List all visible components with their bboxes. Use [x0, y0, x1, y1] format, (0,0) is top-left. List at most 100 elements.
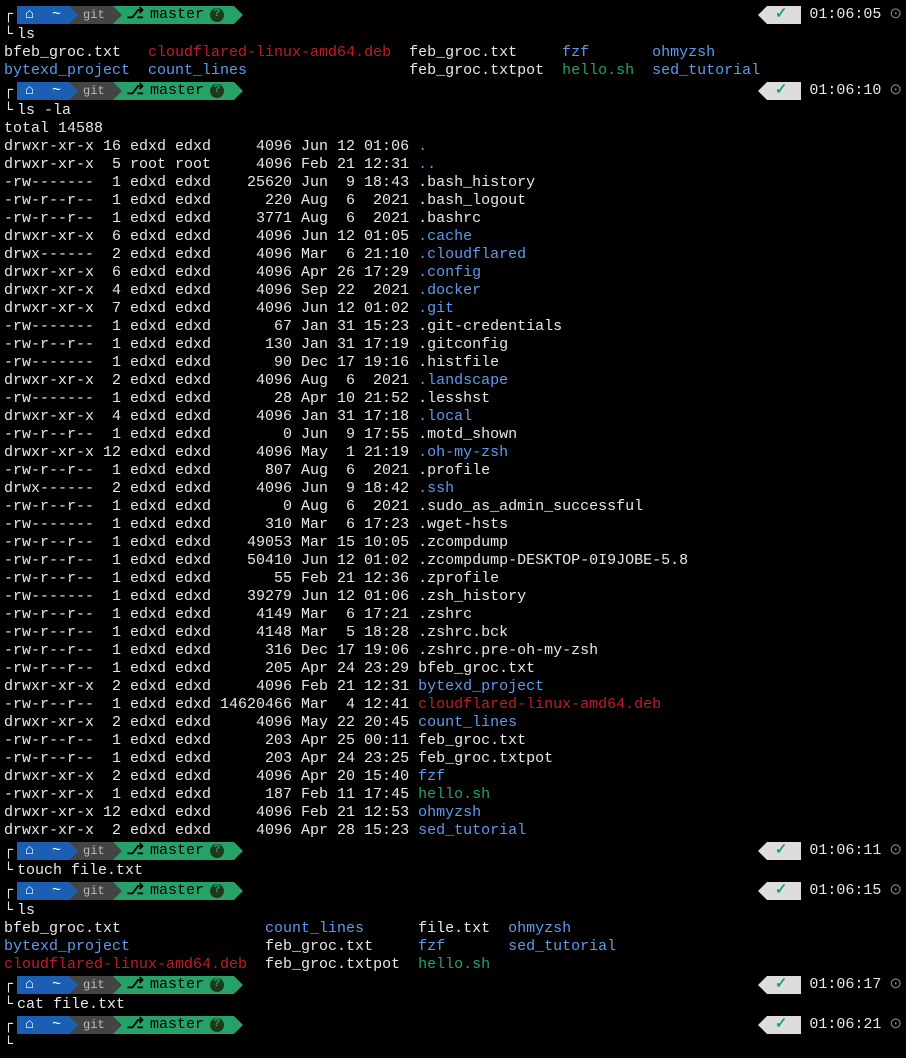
output-line: -rw-r--r-- 1 edxd edxd 4148 Mar 5 18:28 … [4, 624, 902, 642]
ls-entry: .lesshst [418, 390, 490, 407]
output-line: -rw------- 1 edxd edxd 39279 Jun 12 01:0… [4, 588, 902, 606]
output-line: bytexd_project count_lines feb_groc.txtp… [4, 62, 902, 80]
ls-entry: .docker [418, 282, 481, 299]
question-icon: ? [210, 884, 224, 898]
ls-entry: bfeb_groc.txt [418, 660, 535, 677]
ls-entry: .zcompdump [418, 534, 508, 551]
clock-icon: ⊙ [889, 6, 902, 24]
output-line: drwxr-xr-x 2 edxd edxd 4096 Aug 6 2021 .… [4, 372, 902, 390]
command-line[interactable]: └ touch file.txt [4, 862, 902, 880]
ls-entry: hello.sh [562, 62, 652, 79]
output-line: -rw------- 1 edxd edxd 310 Mar 6 17:23 .… [4, 516, 902, 534]
home-icon: ⌂ [25, 82, 34, 100]
branch-icon: ⎇ [127, 882, 144, 900]
output-line: -rw-r--r-- 1 edxd edxd 49053 Mar 15 10:0… [4, 534, 902, 552]
ls-entry: count_lines [148, 62, 409, 79]
ls-entry: hello.sh [418, 786, 490, 803]
ls-entry: .zshrc.bck [418, 624, 508, 641]
clock-icon: ⊙ [889, 1016, 902, 1034]
bracket-icon: ┌ [4, 1016, 13, 1034]
output-line: -rw------- 1 edxd edxd 28 Apr 10 21:52 .… [4, 390, 902, 408]
output-line: -rw-r--r-- 1 edxd edxd 316 Dec 17 19:06 … [4, 642, 902, 660]
ls-entry: .zprofile [418, 570, 499, 587]
ls-entry: bfeb_groc.txt [4, 44, 148, 61]
home-icon: ⌂ [25, 6, 34, 24]
status-pill: ✓ [767, 82, 802, 100]
prompt-branch: ⎇master? [113, 82, 234, 100]
terminal-output[interactable]: ┌ ⌂ ~ git ⎇master? ✓ 01:06:05 ⊙ └ ls bfe… [4, 6, 902, 1054]
home-icon: ⌂ [25, 1016, 34, 1034]
question-icon: ? [210, 844, 224, 858]
output-line: -rw------- 1 edxd edxd 25620 Jun 9 18:43… [4, 174, 902, 192]
output-line: drwxr-xr-x 2 edxd edxd 4096 Feb 21 12:31… [4, 678, 902, 696]
output-line: cloudflared-linux-amd64.deb feb_groc.txt… [4, 956, 902, 974]
ls-entry: .sudo_as_admin_successful [418, 498, 643, 515]
output-line: -rw-r--r-- 1 edxd edxd 14620466 Mar 4 12… [4, 696, 902, 714]
output-line: -rw-r--r-- 1 edxd edxd 220 Aug 6 2021 .b… [4, 192, 902, 210]
bracket-icon: ┌ [4, 82, 13, 100]
prompt-line: ┌ ⌂ ~ git ⎇master? ✓ 01:06:21 ⊙ [4, 1016, 902, 1034]
clock-icon: ⊙ [889, 882, 902, 900]
prompt-time: 01:06:15 [809, 882, 881, 900]
ls-entry: sed_tutorial [652, 62, 778, 79]
ls-entry: count_lines [418, 714, 517, 731]
question-icon: ? [210, 978, 224, 992]
command-line[interactable]: └ ls -la [4, 102, 902, 120]
bracket-icon: └ [4, 996, 13, 1014]
ls-entry: .ssh [418, 480, 454, 497]
command-text: ls -la [17, 102, 71, 120]
ls-entry: ohmyzsh [508, 920, 634, 937]
ls-entry: feb_groc.txtpot [265, 956, 418, 973]
ls-entry: .histfile [418, 354, 499, 371]
output-line: drwxr-xr-x 12 edxd edxd 4096 May 1 21:19… [4, 444, 902, 462]
ls-entry: . [418, 138, 427, 155]
output-line: -rw-r--r-- 1 edxd edxd 0 Aug 6 2021 .sud… [4, 498, 902, 516]
output-line: drwxr-xr-x 5 root root 4096 Feb 21 12:31… [4, 156, 902, 174]
ls-entry: cloudflared-linux-amd64.deb [418, 696, 661, 713]
output-line: -rw-r--r-- 1 edxd edxd 203 Apr 24 23:25 … [4, 750, 902, 768]
command-text: touch file.txt [17, 862, 143, 880]
bracket-icon: ┌ [4, 976, 13, 994]
command-line[interactable]: └ cat file.txt [4, 996, 902, 1014]
command-line[interactable]: └ [4, 1036, 902, 1054]
bracket-icon: ┌ [4, 842, 13, 860]
prompt-branch: ⎇master? [113, 6, 234, 24]
output-line: -rw-r--r-- 1 edxd edxd 205 Apr 24 23:29 … [4, 660, 902, 678]
bracket-icon: ┌ [4, 6, 13, 24]
output-line: drwxr-xr-x 4 edxd edxd 4096 Jan 31 17:18… [4, 408, 902, 426]
bracket-icon: └ [4, 862, 13, 880]
ls-entry: .bash_logout [418, 192, 526, 209]
status-pill: ✓ [767, 6, 802, 24]
status-pill: ✓ [767, 1016, 802, 1034]
bracket-icon: └ [4, 102, 13, 120]
ls-entry: fzf [418, 938, 508, 955]
home-icon: ⌂ [25, 976, 34, 994]
output-line: drwxr-xr-x 2 edxd edxd 4096 Apr 28 15:23… [4, 822, 902, 840]
output-line: drwxr-xr-x 12 edxd edxd 4096 Feb 21 12:5… [4, 804, 902, 822]
home-icon: ⌂ [25, 842, 34, 860]
prompt-home: ⌂ ~ [17, 1016, 69, 1034]
ls-entry: bytexd_project [4, 62, 148, 79]
ls-entry: feb_groc.txt [409, 44, 562, 61]
command-line[interactable]: └ ls [4, 902, 902, 920]
ls-entry: file.txt [418, 920, 508, 937]
branch-icon: ⎇ [127, 842, 144, 860]
bracket-icon: └ [4, 902, 13, 920]
prompt-time: 01:06:05 [809, 6, 881, 24]
output-line: -rw-r--r-- 1 edxd edxd 203 Apr 25 00:11 … [4, 732, 902, 750]
output-line: -rw-r--r-- 1 edxd edxd 0 Jun 9 17:55 .mo… [4, 426, 902, 444]
ls-entry: sed_tutorial [508, 938, 634, 955]
command-line[interactable]: └ ls [4, 26, 902, 44]
output-line: -rw------- 1 edxd edxd 67 Jan 31 15:23 .… [4, 318, 902, 336]
prompt-home: ⌂ ~ [17, 6, 69, 24]
output-line: drwxr-xr-x 6 edxd edxd 4096 Apr 26 17:29… [4, 264, 902, 282]
clock-icon: ⊙ [889, 976, 902, 994]
ls-entry: cloudflared-linux-amd64.deb [4, 956, 265, 973]
prompt-branch: ⎇master? [113, 976, 234, 994]
branch-icon: ⎇ [127, 976, 144, 994]
command-text: ls [17, 902, 35, 920]
bracket-icon: ┌ [4, 882, 13, 900]
output-line: -rw-r--r-- 1 edxd edxd 807 Aug 6 2021 .p… [4, 462, 902, 480]
ls-entry: .cloudflared [418, 246, 526, 263]
prompt-time: 01:06:11 [809, 842, 881, 860]
